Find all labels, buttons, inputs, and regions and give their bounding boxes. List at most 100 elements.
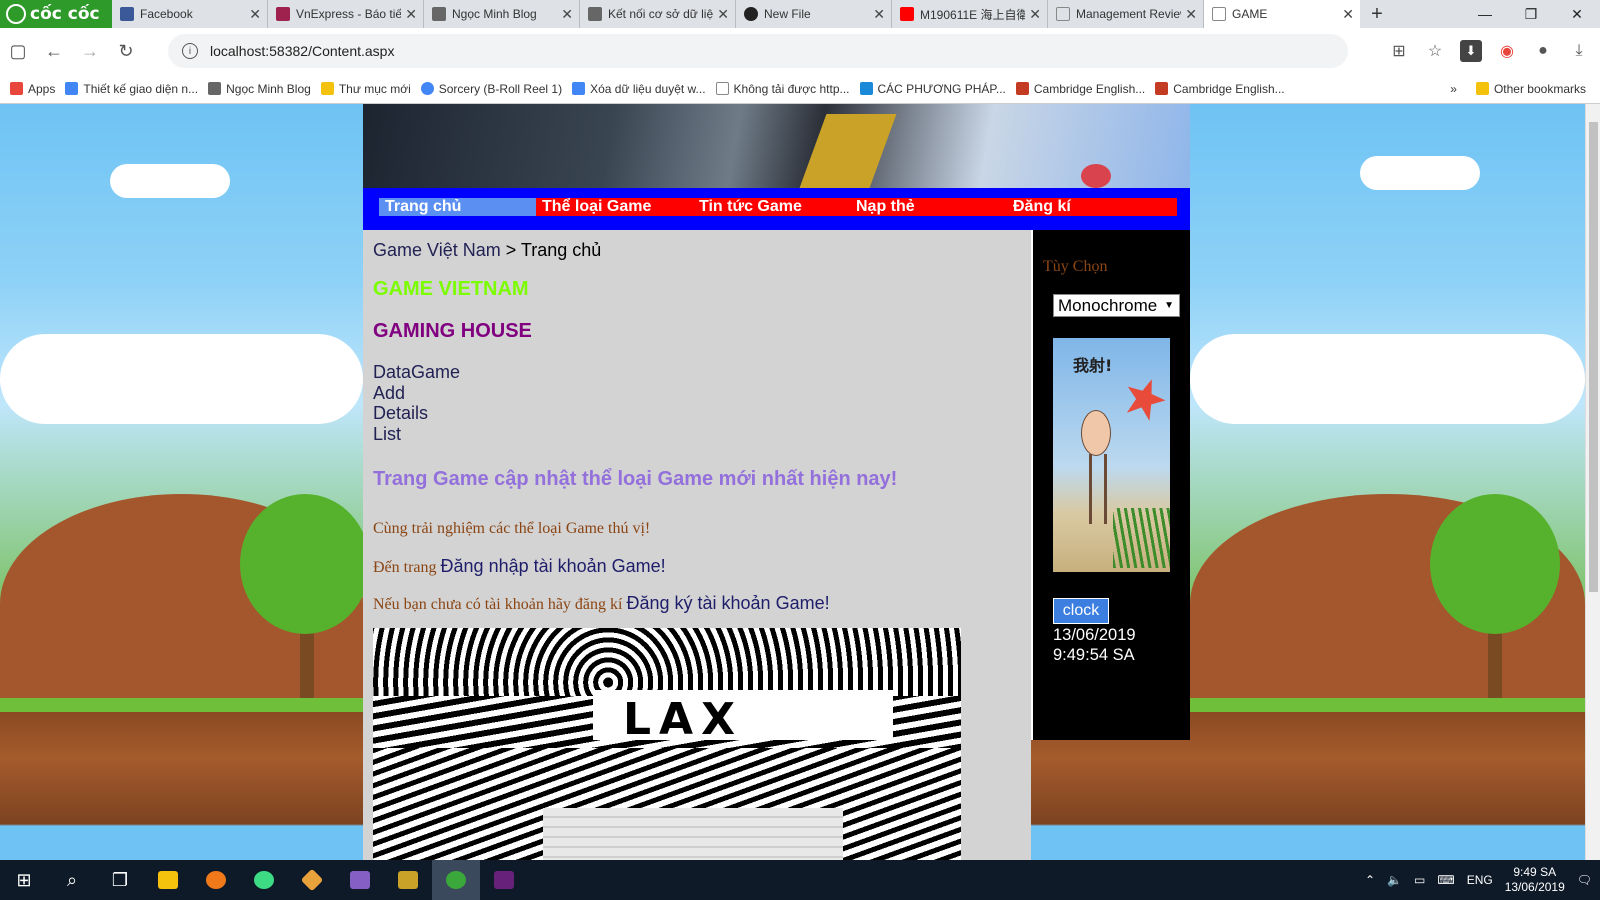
reload-icon[interactable]: ↻ xyxy=(108,41,144,62)
link-add[interactable]: Add xyxy=(373,383,460,404)
search-icon[interactable]: ⌕ xyxy=(48,860,96,900)
folder-icon xyxy=(1475,82,1489,95)
other-bookmarks[interactable]: » Other bookmarks xyxy=(1450,82,1586,96)
blog-icon xyxy=(432,7,446,21)
bookmark-item[interactable]: Sorcery (B-Roll Reel 1) xyxy=(420,82,562,96)
close-icon[interactable]: ✕ xyxy=(249,6,261,23)
snipping-tool-icon[interactable] xyxy=(384,860,432,900)
visual-studio-2-icon[interactable] xyxy=(480,860,528,900)
bookmark-apps[interactable]: Apps xyxy=(10,82,55,96)
edge-icon[interactable] xyxy=(192,860,240,900)
close-icon[interactable]: ✕ xyxy=(561,6,573,23)
bookmark-item[interactable]: Thư mục mới xyxy=(320,82,411,96)
tab-management-review[interactable]: Management Review ✕ xyxy=(1048,0,1204,28)
windows-start-icon[interactable]: ⊞ xyxy=(0,860,48,900)
new-tab-button[interactable]: + xyxy=(1360,0,1394,28)
forward-icon[interactable]: → xyxy=(72,41,108,62)
notification-icon[interactable]: 🗨 xyxy=(1577,873,1592,887)
close-icon[interactable]: ✕ xyxy=(1342,6,1354,23)
register-link[interactable]: Đăng ký tài khoản Game! xyxy=(626,593,829,613)
scrollbar-thumb[interactable] xyxy=(1589,122,1598,592)
dropdown-arrow-icon: ▼ xyxy=(1164,300,1174,311)
minimize-icon[interactable]: — xyxy=(1462,0,1508,28)
bookmark-item[interactable]: Ngọc Minh Blog xyxy=(208,82,311,96)
tab-ngoc-minh-blog[interactable]: Ngọc Minh Blog ✕ xyxy=(424,0,580,28)
tab-facebook[interactable]: Facebook ✕ xyxy=(112,0,268,28)
bookmark-item[interactable]: Cambridge English... xyxy=(1155,82,1285,96)
bookmark-item[interactable]: CÁC PHƯƠNG PHÁP... xyxy=(859,82,1006,96)
intro-text: Cùng trải nghiệm các thể loại Game thú v… xyxy=(373,520,651,537)
theme-select[interactable]: Monochrome ▼ xyxy=(1053,294,1180,317)
close-icon[interactable]: ✕ xyxy=(1185,6,1197,23)
menu-item-game-news[interactable]: Tin tức Game xyxy=(693,198,850,216)
account-icon[interactable]: ● xyxy=(1532,42,1554,60)
comic-legs xyxy=(1089,454,1107,524)
register-paragraph: Nếu bạn chưa có tài khoản hãy đăng kí Đă… xyxy=(373,593,830,614)
bookmark-item[interactable]: Cambridge English... xyxy=(1015,81,1146,96)
git-icon[interactable] xyxy=(288,860,336,900)
coccoc-taskbar-icon[interactable] xyxy=(432,860,480,900)
website-container: Trang chủ Thể loại Game Tin tức Game Nạp… xyxy=(363,104,1190,860)
tab-label: M190611E 海上自衛隊 xyxy=(920,7,1026,22)
menu-item-register[interactable]: Đăng kí xyxy=(1007,198,1177,216)
clock-button[interactable]: clock xyxy=(1053,598,1109,624)
back-icon[interactable]: ← xyxy=(36,41,72,62)
tab-new-file[interactable]: New File ✕ xyxy=(736,0,892,28)
keyboard-icon[interactable]: ⌨ xyxy=(1437,873,1454,887)
breadcrumb: Game Việt Nam > Trang chủ xyxy=(373,240,601,261)
coccoc-logo[interactable]: cốc cốc xyxy=(0,0,112,28)
tab-label: Kết nối cơ sở dữ liệu xyxy=(608,7,714,21)
close-icon[interactable]: ✕ xyxy=(717,6,729,23)
volume-icon[interactable]: 🔈 xyxy=(1387,873,1402,887)
chevron-more-icon[interactable]: » xyxy=(1450,82,1457,96)
cloud-decoration xyxy=(1360,156,1480,190)
download-icon[interactable]: ⬇ xyxy=(1460,40,1482,62)
tab-vnexpress[interactable]: VnExpress - Báo tiếng Việt✕ xyxy=(268,0,424,28)
link-datagame[interactable]: DataGame xyxy=(373,362,460,383)
chevron-up-icon[interactable]: ⌃ xyxy=(1365,873,1375,887)
extension-icon[interactable]: ◉ xyxy=(1496,41,1518,61)
tab-label: VnExpress - Báo tiếng Việt xyxy=(296,7,402,21)
taskbar-clock[interactable]: 9:49 SA 13/06/2019 xyxy=(1505,865,1565,895)
visual-studio-icon[interactable] xyxy=(336,860,384,900)
file-explorer-icon[interactable] xyxy=(144,860,192,900)
link-list[interactable]: List xyxy=(373,424,460,445)
bookmark-item[interactable]: Xóa dữ liệu duyệt w... xyxy=(572,82,706,96)
taskbar-time: 9:49 SA xyxy=(1513,865,1557,879)
breadcrumb-root-link[interactable]: Game Việt Nam xyxy=(373,240,501,260)
close-icon[interactable]: ✕ xyxy=(873,6,885,23)
page-scrollbar[interactable] xyxy=(1585,104,1600,860)
download-arrow-icon[interactable]: ⤓ xyxy=(1568,42,1590,60)
windows-taskbar: ⊞ ⌕ ❐ ⌃ 🔈 ▭ ⌨ ENG 9:49 SA 13/06/2019 🗨 xyxy=(0,860,1600,900)
translate-icon[interactable]: ⊞ xyxy=(1388,41,1410,61)
language-indicator[interactable]: ENG xyxy=(1467,873,1493,887)
restore-icon[interactable]: ❐ xyxy=(1508,0,1554,28)
sidebar-toggle-icon[interactable]: ▢ xyxy=(0,41,36,62)
bookmark-label: Không tải được http... xyxy=(733,81,850,96)
info-icon[interactable]: i xyxy=(182,43,198,59)
menu-item-home[interactable]: Trang chủ xyxy=(379,198,536,216)
tab-youtube[interactable]: M190611E 海上自衛隊✕ xyxy=(892,0,1048,28)
system-tray: ⌃ 🔈 ▭ ⌨ ENG 9:49 SA 13/06/2019 🗨 xyxy=(1365,865,1600,895)
android-studio-icon[interactable] xyxy=(240,860,288,900)
vnexpress-icon xyxy=(276,7,290,21)
login-link[interactable]: Đăng nhập tài khoản Game! xyxy=(441,556,666,576)
close-window-icon[interactable]: ✕ xyxy=(1554,0,1600,28)
task-view-icon[interactable]: ❐ xyxy=(96,860,144,900)
bookmark-item[interactable]: Thiết kế giao diện n... xyxy=(65,82,198,96)
bookmark-label: Ngọc Minh Blog xyxy=(226,81,311,96)
close-icon[interactable]: ✕ xyxy=(1029,6,1041,23)
address-bar[interactable]: i localhost:58382/Content.aspx xyxy=(168,34,1348,68)
link-details[interactable]: Details xyxy=(373,403,460,424)
tab-game[interactable]: GAME ✕ xyxy=(1204,0,1360,28)
bookmark-item[interactable]: Không tải được http... xyxy=(715,81,850,96)
bookmark-label: Apps xyxy=(28,81,56,96)
bookmark-label: Cambridge English... xyxy=(1033,81,1146,96)
url-text[interactable]: localhost:58382/Content.aspx xyxy=(210,43,394,59)
network-icon[interactable]: ▭ xyxy=(1414,873,1425,887)
menu-item-game-categories[interactable]: Thể loại Game xyxy=(536,198,693,216)
star-icon[interactable]: ☆ xyxy=(1424,41,1446,61)
menu-item-top-up[interactable]: Nạp thẻ xyxy=(850,198,1007,216)
close-icon[interactable]: ✕ xyxy=(405,6,417,23)
tab-ket-noi[interactable]: Kết nối cơ sở dữ liệu ✕ xyxy=(580,0,736,28)
